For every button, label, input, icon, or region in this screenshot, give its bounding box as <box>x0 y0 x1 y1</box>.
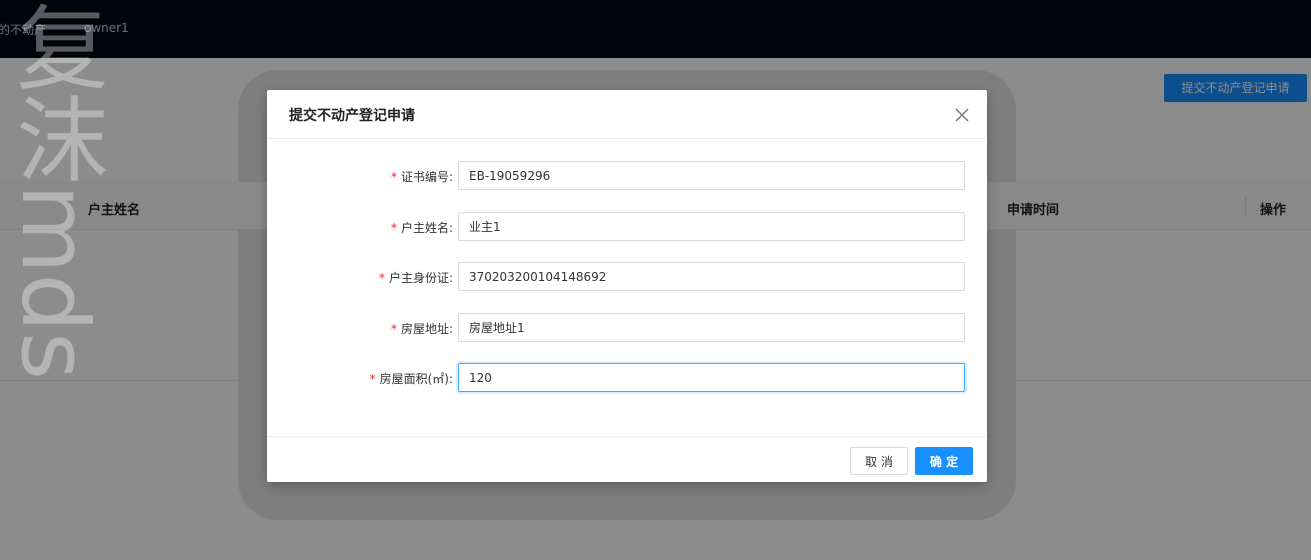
owner-name-label: * 户主姓名: <box>391 219 453 236</box>
house-area-label: * 房屋面积(㎡): <box>370 370 453 387</box>
required-mark: * <box>390 322 397 336</box>
form-row-owner-id: * 户主身份证: <box>267 262 987 292</box>
certificate-no-label: * 证书编号: <box>391 168 453 185</box>
form-row-house-address: * 房屋地址: <box>267 313 987 343</box>
form-row-certificate-no: * 证书编号: <box>267 161 987 191</box>
confirm-button[interactable]: 确 定 <box>915 447 973 475</box>
owner-name-input[interactable] <box>458 212 965 241</box>
house-address-input[interactable] <box>458 313 965 342</box>
close-icon[interactable] <box>951 104 973 126</box>
page: 的不动产 owner1 提交不动产登记申请 户主姓名 申请时间 操作 复沫mds… <box>0 0 1311 560</box>
required-mark: * <box>378 271 385 285</box>
dialog-footer: 取 消 确 定 <box>267 436 987 482</box>
cancel-button[interactable]: 取 消 <box>850 447 908 475</box>
submit-registration-dialog: 提交不动产登记申请 *证书编号: *户主姓名: *户主身份证: *房屋地址: <box>267 90 987 482</box>
required-mark: * <box>369 372 376 386</box>
owner-id-input[interactable] <box>458 262 965 291</box>
required-mark: * <box>390 170 397 184</box>
form-row-house-area: * 房屋面积(㎡): <box>267 363 987 393</box>
owner-id-label: * 户主身份证: <box>379 269 453 286</box>
owner-name-label-text: 户主姓名: <box>400 221 453 235</box>
owner-id-label-text: 户主身份证: <box>388 271 453 285</box>
close-icon-glyph <box>955 108 969 122</box>
required-mark: * <box>390 221 397 235</box>
house-area-input[interactable] <box>458 363 965 392</box>
certificate-no-label-text: 证书编号: <box>400 170 453 184</box>
house-area-label-text: 房屋面积(㎡): <box>379 372 453 386</box>
dialog-header: 提交不动产登记申请 <box>267 90 987 139</box>
certificate-no-input[interactable] <box>458 161 965 190</box>
house-address-label: * 房屋地址: <box>391 320 453 337</box>
dialog-title: 提交不动产登记申请 <box>289 108 415 124</box>
form-row-owner-name: * 户主姓名: <box>267 212 987 242</box>
house-address-label-text: 房屋地址: <box>400 322 453 336</box>
